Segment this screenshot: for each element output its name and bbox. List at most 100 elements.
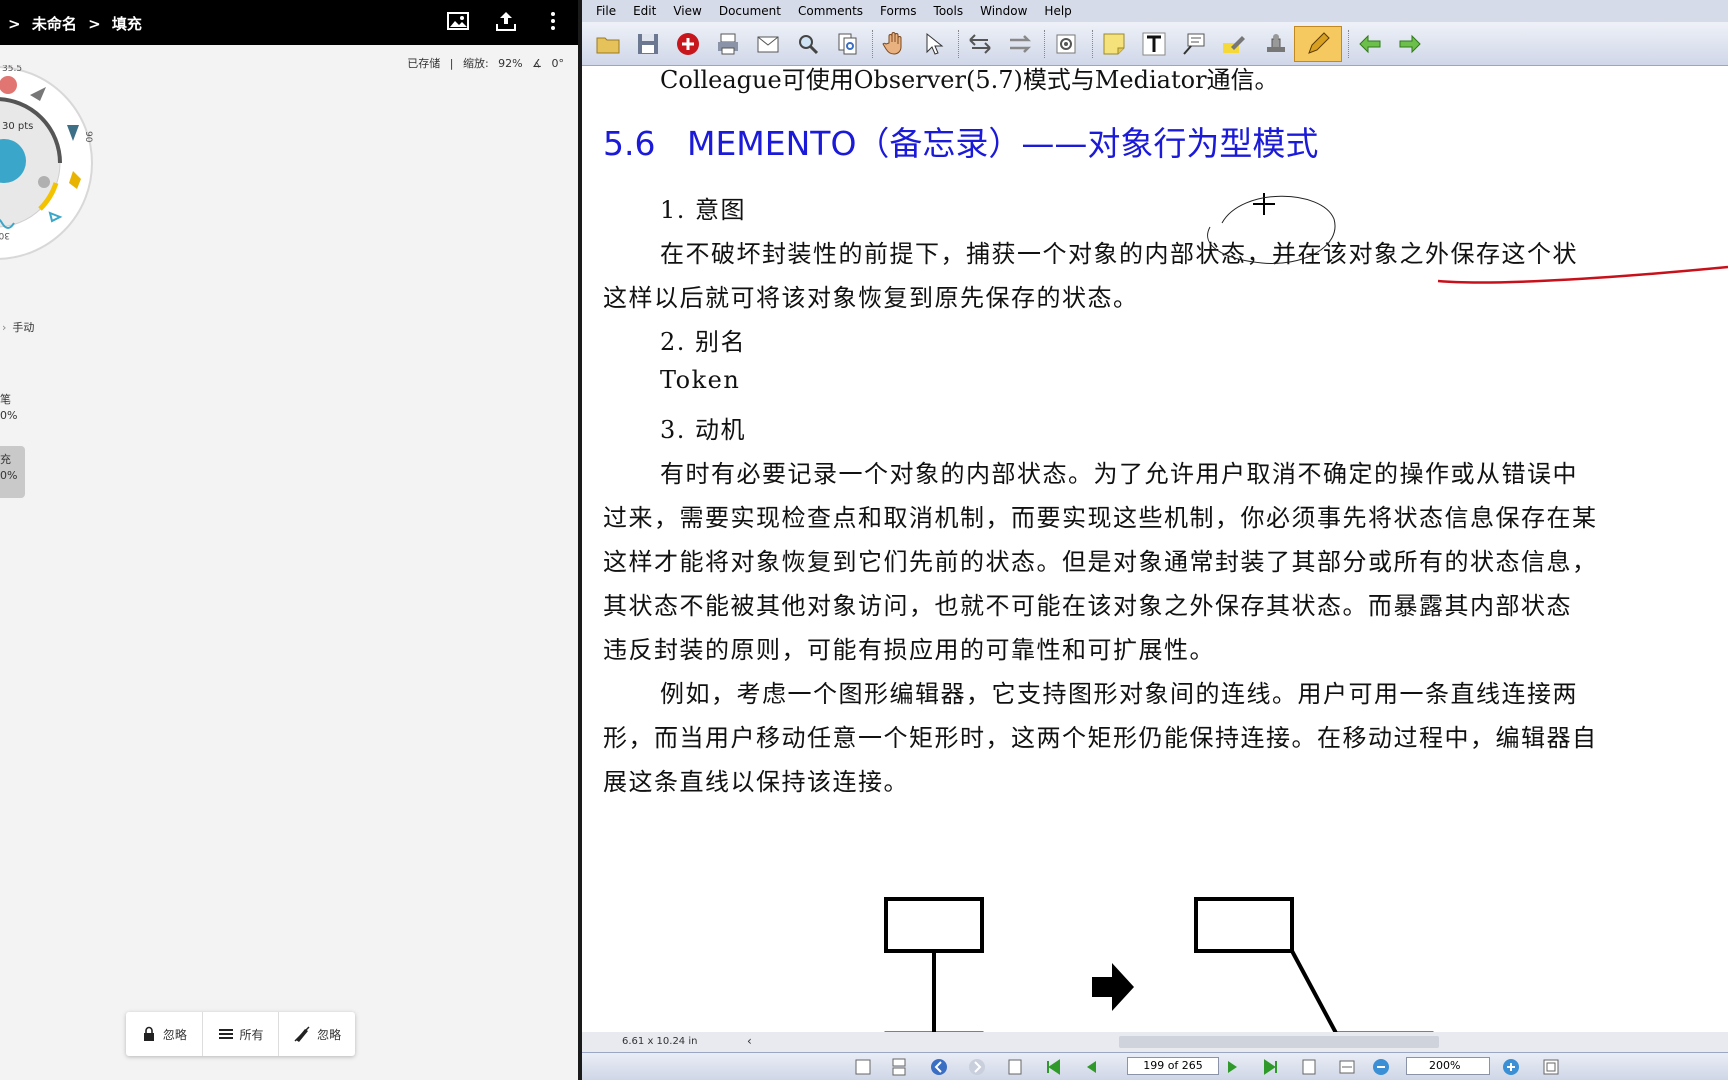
callout-icon[interactable] xyxy=(1180,30,1208,58)
cursor-crosshair xyxy=(1253,193,1275,215)
tool-fill[interactable]: 充 0% xyxy=(0,446,25,498)
lock-icon xyxy=(143,1026,154,1041)
menu-file[interactable]: File xyxy=(596,4,616,18)
breadcrumb-mode[interactable]: 填充 xyxy=(112,15,142,33)
open-folder-icon[interactable] xyxy=(594,30,622,58)
example-line-1: 例如，考虑一个图形编辑器，它支持图形对象间的连线。用户可用一条直线连接两 xyxy=(660,680,1578,708)
page-layout-icon[interactable] xyxy=(854,1058,872,1076)
menu-tools[interactable]: Tools xyxy=(934,4,964,18)
no-draw-ignore-button[interactable]: 忽略 xyxy=(279,1012,355,1056)
more-vert-icon[interactable] xyxy=(541,9,567,35)
last-page-icon[interactable] xyxy=(1262,1058,1280,1076)
motivation-line-5: 违反封装的原则，可能有损应用的可靠性和可扩展性。 xyxy=(603,636,1215,664)
figure-rect-top-right xyxy=(1194,897,1294,953)
previous-page-icon[interactable] xyxy=(1082,1058,1100,1076)
zoom-out-icon[interactable] xyxy=(1372,1058,1390,1076)
figure-arrow-icon xyxy=(1092,963,1134,1011)
angle-icon: ∡ xyxy=(532,57,542,70)
scroll-left-icon[interactable]: ‹ xyxy=(747,1034,752,1048)
horizontal-scrollbar[interactable] xyxy=(1119,1036,1439,1048)
email-icon[interactable] xyxy=(754,30,782,58)
heading-alias: 2. 别名 xyxy=(660,328,747,356)
forward-view-icon[interactable] xyxy=(968,1058,986,1076)
zoom-label: 缩放: xyxy=(462,57,489,70)
pdf-create-icon[interactable] xyxy=(674,30,702,58)
tool-pen[interactable]: 笔 0% xyxy=(0,392,17,424)
manual-label: 手动 xyxy=(12,321,35,334)
section-title: MEMENTO（备忘录）——对象行为型模式 xyxy=(686,124,1319,163)
document-view[interactable]: Colleague可使用Observer(5.7)模式与Mediator通信。 … xyxy=(582,67,1728,1032)
no-draw-ignore-label: 忽略 xyxy=(317,1027,342,1042)
print-icon[interactable] xyxy=(714,30,742,58)
menu-window[interactable]: Window xyxy=(980,4,1027,18)
hand-tool-icon[interactable] xyxy=(880,30,908,58)
sticky-note-icon[interactable] xyxy=(1100,30,1128,58)
expand-arrow-icon: › xyxy=(2,321,7,334)
select-arrow-icon[interactable] xyxy=(920,30,948,58)
example-line-3: 展这条直线以保持该连接。 xyxy=(603,768,909,796)
previous-view-icon[interactable] xyxy=(966,30,994,58)
settings-icon[interactable] xyxy=(1052,30,1080,58)
sketch-app: > 未命名 > 填充 已存储 | 缩放: 92% ∡ 0° 35.5 30 pt… xyxy=(0,0,578,1080)
stamp-icon[interactable] xyxy=(1262,30,1290,58)
menu-comments[interactable]: Comments xyxy=(798,4,863,18)
tool-fill-name: 充 xyxy=(0,453,11,466)
wheel-bottom-value: 30 xyxy=(0,230,10,240)
zoom-level-select[interactable]: 200% xyxy=(1406,1057,1490,1075)
toolbar-separator xyxy=(872,30,874,58)
forward-arrow-icon[interactable] xyxy=(1396,30,1424,58)
next-page-icon[interactable] xyxy=(1224,1058,1242,1076)
actual-size-icon[interactable] xyxy=(1300,1058,1318,1076)
menu-document[interactable]: Document xyxy=(719,4,781,18)
wheel-angle-value: 90 xyxy=(83,131,93,143)
menu-edit[interactable]: Edit xyxy=(633,4,656,18)
upload-icon[interactable] xyxy=(494,9,520,35)
find-pages-icon[interactable] xyxy=(834,30,862,58)
figure-rect-top-left xyxy=(884,897,984,953)
fit-window-icon[interactable] xyxy=(1542,1058,1560,1076)
menu-help[interactable]: Help xyxy=(1044,4,1071,18)
toolbar-separator-2 xyxy=(958,30,960,58)
section-number: 5.6 xyxy=(603,124,656,163)
pencil-tool-icon[interactable] xyxy=(1294,26,1342,62)
next-view-icon[interactable] xyxy=(1006,30,1034,58)
manual-option[interactable]: › 手动 xyxy=(2,319,34,335)
layer-bottom-bar: 忽略 所有 忽略 xyxy=(126,1012,355,1056)
page-info-bar: 6.61 x 10.24 in ‹ xyxy=(582,1032,1728,1052)
angle-value: 0° xyxy=(551,57,565,70)
brush-wheel[interactable]: 35.5 30 pts 90 30 xyxy=(0,65,106,261)
continuous-icon[interactable] xyxy=(890,1058,908,1076)
toolbar-separator-5 xyxy=(1348,30,1350,58)
no-draw-icon xyxy=(294,1026,310,1042)
ink-underline-annotation xyxy=(1437,265,1728,284)
back-view-icon[interactable] xyxy=(930,1058,948,1076)
motivation-line-3: 这样才能将对象恢复到它们先前的状态。但是对象通常封装了其部分或所有的状态信息， xyxy=(603,548,1598,576)
page-number-input[interactable]: 199 of 265 xyxy=(1127,1057,1219,1075)
tool-pen-name: 笔 xyxy=(0,393,11,406)
text-tool-icon[interactable] xyxy=(1140,30,1168,58)
save-icon[interactable] xyxy=(634,30,662,58)
toolbar-separator-3 xyxy=(1044,30,1046,58)
highlight-icon[interactable] xyxy=(1220,30,1248,58)
sketch-top-bar: > 未命名 > 填充 xyxy=(0,0,578,45)
image-icon[interactable] xyxy=(446,9,472,35)
lock-ignore-button[interactable]: 忽略 xyxy=(126,1012,203,1056)
alias-text: Token xyxy=(660,366,741,394)
back-arrow-icon[interactable] xyxy=(1356,30,1384,58)
breadcrumb-document[interactable]: 未命名 xyxy=(32,15,77,33)
wheel-top-value: 35.5 xyxy=(2,65,22,74)
first-page-icon[interactable] xyxy=(1044,1058,1062,1076)
menu-view[interactable]: View xyxy=(673,4,701,18)
fit-page-icon[interactable] xyxy=(1338,1058,1356,1076)
layers-all-button[interactable]: 所有 xyxy=(203,1012,280,1056)
zoom-in-icon[interactable] xyxy=(1502,1058,1520,1076)
heading-motivation: 3. 动机 xyxy=(660,416,747,444)
section-heading: 5.6 MEMENTO（备忘录）——对象行为型模式 xyxy=(603,117,1318,165)
breadcrumb: > 未命名 > 填充 xyxy=(8,13,148,34)
search-icon[interactable] xyxy=(794,30,822,58)
figure-link-right xyxy=(1290,950,1338,1032)
intent-line-1: 在不破坏封装性的前提下，捕获一个对象的内部状态，并在该对象之外保存这个状 xyxy=(660,240,1578,268)
menu-forms[interactable]: Forms xyxy=(880,4,916,18)
single-page-icon[interactable] xyxy=(1006,1058,1024,1076)
toolbar-separator-4 xyxy=(1092,30,1094,58)
